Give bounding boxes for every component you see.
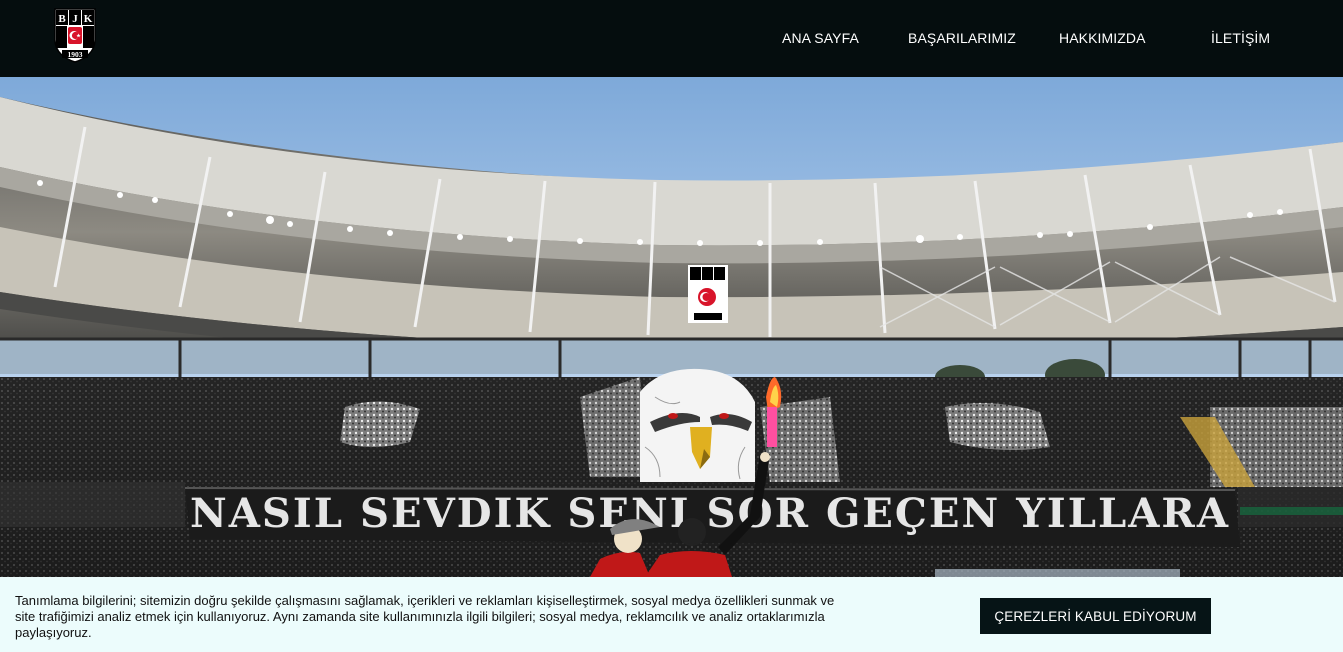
nav-home-link[interactable]: ANA SAYFA (782, 30, 859, 46)
main-nav: ANA SAYFA BAŞARILARIMIZ HAKKIMIZDA İLETİ… (0, 0, 1343, 77)
cookie-consent-bar: Tanımlama bilgilerini; sitemizin doğru ş… (0, 577, 1343, 652)
nav-about-link[interactable]: HAKKIMIZDA (1059, 30, 1146, 46)
stadium-crest (688, 265, 728, 323)
hero-stadium-image: NASIL SEVDIK SENI SOR GEÇEN YILLARA (0, 77, 1343, 577)
cookie-consent-text: Tanımlama bilgilerini; sitemizin doğru ş… (15, 593, 835, 640)
top-navigation-bar: B J K 1903 ANA SAYFA BAŞARILARIMIZ HAKKI… (0, 0, 1343, 77)
nav-achievements-link[interactable]: BAŞARILARIMIZ (908, 30, 1016, 46)
accept-cookies-button[interactable]: ÇEREZLERİ KABUL EDİYORUM (980, 598, 1211, 634)
fan-banner: NASIL SEVDIK SENI SOR GEÇEN YILLARA (185, 487, 1240, 547)
nav-contact-link[interactable]: İLETİŞİM (1211, 30, 1270, 46)
banner-text: NASIL SEVDIK SENI SOR GEÇEN YILLARA (190, 490, 1230, 537)
stadium-illustration: NASIL SEVDIK SENI SOR GEÇEN YILLARA (0, 77, 1343, 577)
eagle-tifo (640, 368, 755, 482)
